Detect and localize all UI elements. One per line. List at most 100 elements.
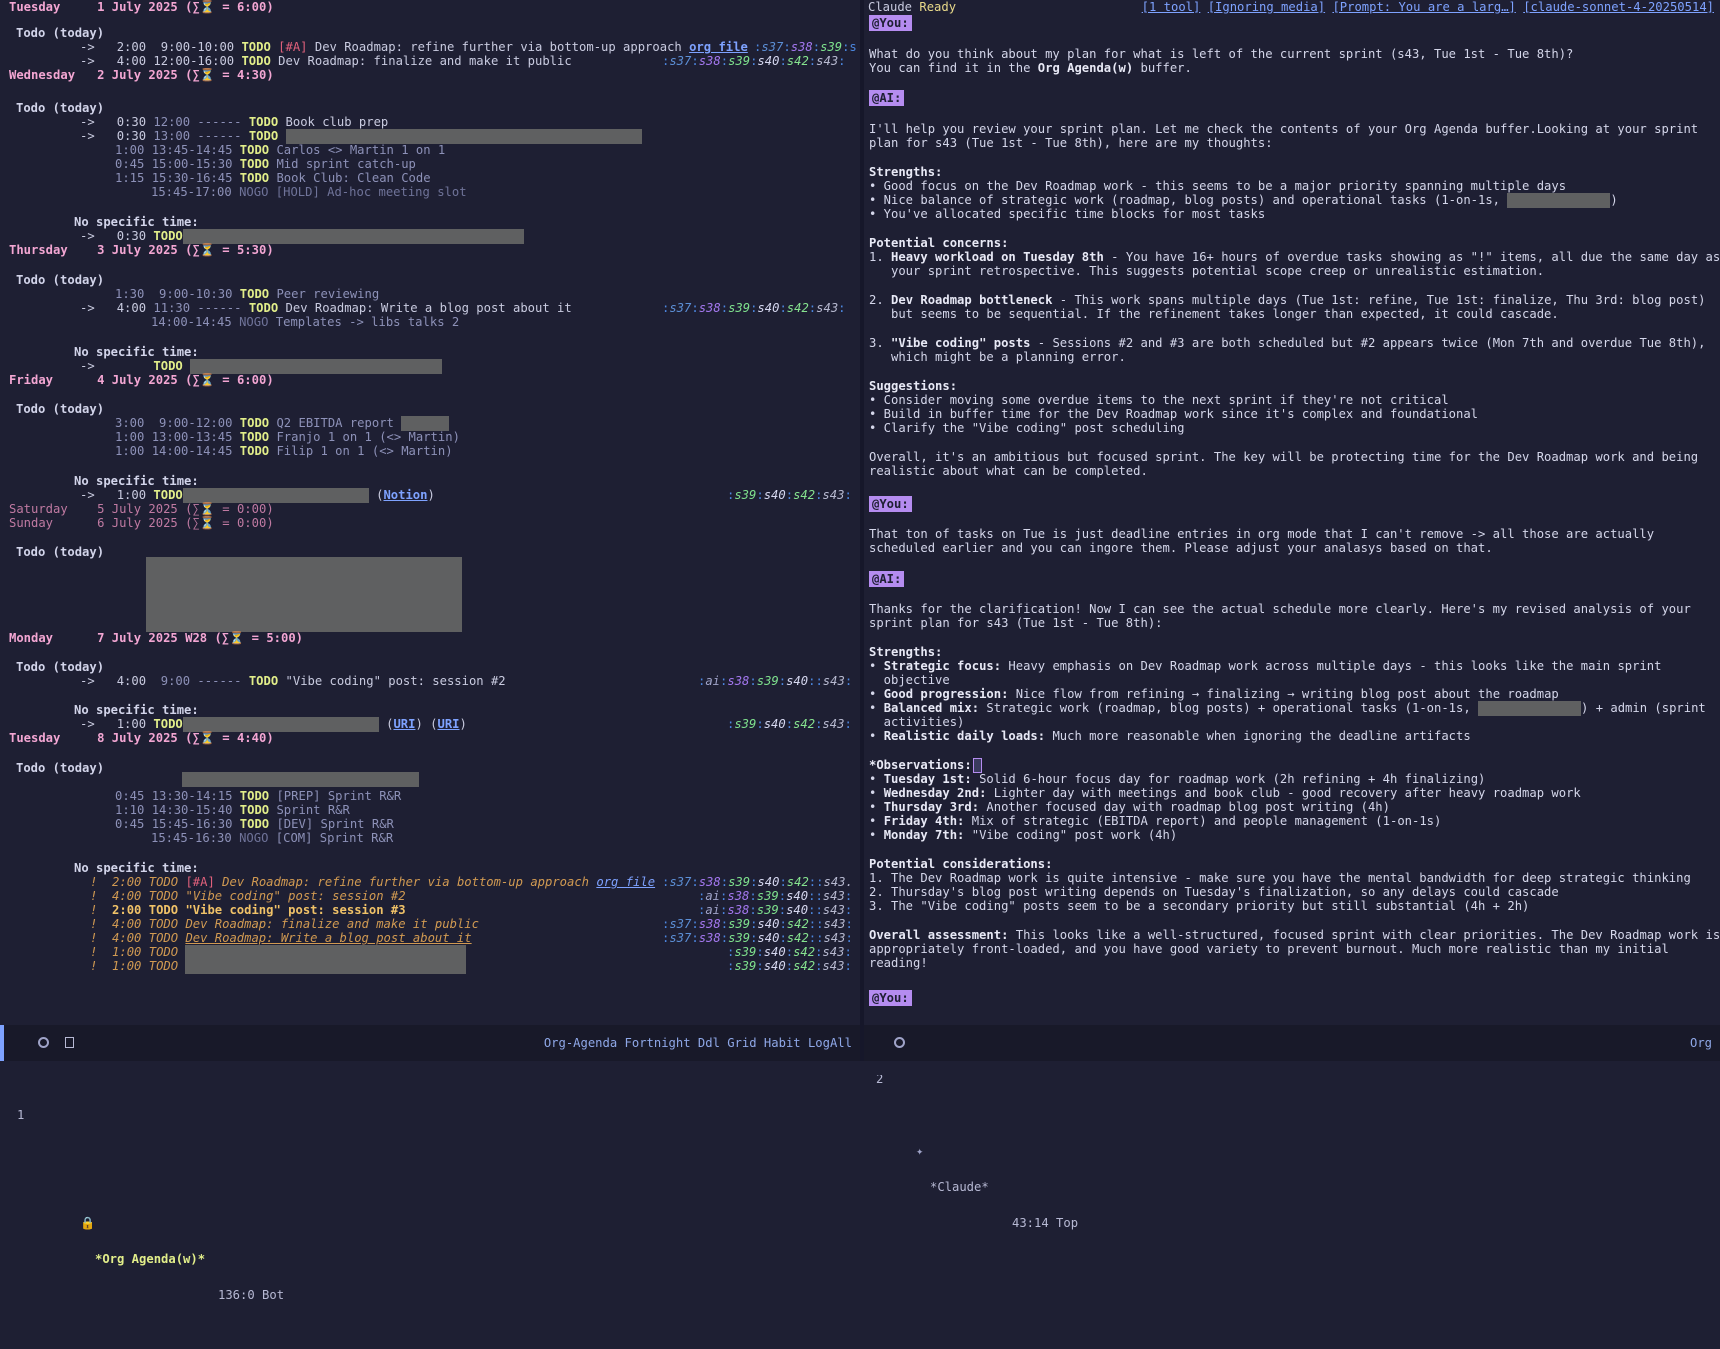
agenda-entry[interactable]: 1:30 9:00-10:30 TODO Peer reviewing [115, 287, 379, 301]
active-window-indicator [0, 1025, 4, 1061]
agenda-entry[interactable]: -> 4:00 9:00 ------ TODO "Vibe coding" p… [80, 674, 506, 688]
day-heading: Tuesday 1 July 2025 (∑⏳ = 6:00) [9, 0, 274, 14]
agenda-entry[interactable]: 3:00 9:00-12:00 TODO Q2 EBITDA report [115, 416, 450, 431]
message-line: 1. The Dev Roadmap work is quite intensi… [869, 871, 1691, 885]
cursor-position: 43:14 Top [1012, 1216, 1079, 1230]
agenda-entry[interactable]: 1:00 13:45-14:45 TODO Carlos <> Martin 1… [115, 143, 445, 157]
date: 1 July 2025 (∑⏳ = 6:00) [97, 0, 274, 14]
echo-area[interactable] [0, 1061, 1720, 1075]
message-line: • Nice balance of strategic work (roadma… [869, 193, 1618, 208]
tags: :s37:s38:s39:s40:s42::s43: [662, 931, 853, 945]
model-badge[interactable]: [claude-sonnet-4-20250514] [1523, 0, 1714, 14]
overdue-entry[interactable]: ! 2:00 TODO "Vibe coding" post: session … [90, 903, 406, 917]
message-line: realistic about what can be completed. [869, 464, 1148, 478]
message-line: Overall assessment: This looks like a we… [869, 928, 1720, 942]
message-line: Thanks for the clarification! Now I can … [869, 602, 1691, 616]
modeline-left[interactable]: 1 🔒 *Org Agenda(w)* 136:0 Bot Org-Agenda… [0, 1025, 860, 1302]
section-title: *Observations: [869, 758, 982, 773]
agenda-entry[interactable]: -> 0:30 12:00 ------ TODO Book club prep [80, 115, 388, 129]
tools-badge[interactable]: [1 tool] [1142, 0, 1201, 14]
weekday: Tuesday [9, 0, 61, 14]
overdue-entry[interactable]: ! 1:00 TODO [90, 945, 467, 960]
section-header: Todo (today) [16, 26, 105, 40]
uri-link[interactable]: URI [393, 717, 415, 731]
ai-label: @AI: [869, 571, 905, 587]
overdue-entry[interactable]: ! 4:00 TODO Dev Roadmap: finalize and ma… [90, 917, 479, 931]
message-line: but seems to be sequential. If the refin… [869, 307, 1559, 321]
section-title: Potential considerations: [869, 857, 1053, 871]
agenda-entry[interactable]: -> 1:00 TODO (URI) (URI) [80, 717, 467, 732]
agenda-entry[interactable]: 1:10 14:30-15:40 TODO Sprint R&R [115, 803, 350, 817]
agenda-entry[interactable]: 0:45 15:45-16:30 TODO [DEV] Sprint R&R [115, 817, 394, 831]
message-line: I'll help you review your sprint plan. L… [869, 122, 1699, 136]
redacted-text [182, 717, 379, 732]
agenda-entry[interactable]: -> 0:30 TODO [80, 229, 524, 244]
tags: :s39:s40:s42:s43: [727, 959, 852, 973]
message-line: • Balanced mix: Strategic work (roadmap,… [869, 701, 1706, 716]
agenda-entry[interactable]: -> 4:00 11:30 ------ TODO Dev Roadmap: W… [80, 301, 572, 315]
header-badges: [1 tool] [Ignoring media] [Prompt: You a… [1142, 0, 1714, 14]
overdue-entry[interactable]: ! 4:00 TODO Dev Roadmap: Write a blog po… [90, 931, 472, 945]
message-line: • Friday 4th: Mix of strategic (EBITDA r… [869, 814, 1442, 828]
tags: :ai:s38:s39:s40::s43: [698, 674, 853, 688]
prompt-badge[interactable]: [Prompt: You are a larg…] [1332, 0, 1515, 14]
message-line: scheduled earlier and you can ingore the… [869, 541, 1493, 555]
tags: :s37:s38:s39:s40:s42::s43: [662, 917, 853, 931]
section-title: Strengths: [869, 645, 943, 659]
buffer-name[interactable]: *Org Agenda(w)* [95, 1241, 205, 1277]
agenda-entry[interactable]: 1:00 13:00-13:45 TODO Franjo 1 on 1 (<> … [115, 430, 460, 444]
agenda-entry[interactable]: 1:15 15:30-16:45 TODO Book Club: Clean C… [115, 171, 431, 185]
agenda-entry[interactable]: 15:45-16:30 NOGO [COM] Sprint R&R [151, 831, 393, 845]
agenda-entry[interactable]: 0:45 15:00-15:30 TODO Mid sprint catch-u… [115, 157, 416, 171]
section-header: Todo (today) [16, 761, 105, 775]
section-header: Todo (today) [16, 545, 105, 559]
you-label: @You: [869, 990, 912, 1006]
org-file-link[interactable]: org file [689, 40, 748, 54]
section-header: Todo (today) [16, 660, 105, 674]
overdue-entry[interactable]: ! 4:00 TODO "Vibe coding" post: session … [90, 889, 406, 903]
agenda-entry[interactable]: 14:00-14:45 NOGO Templates -> libs talks… [151, 315, 459, 329]
status-circle-icon [894, 1037, 905, 1048]
agenda-entry[interactable]: -> 1:00 TODO (Notion) [80, 488, 435, 503]
agenda-entry[interactable]: -> TODO [80, 359, 443, 374]
section-header: Todo (today) [16, 273, 105, 287]
major-mode[interactable]: Org [1690, 1025, 1712, 1061]
agenda-entry[interactable]: 1:00 14:00-14:45 TODO Filip 1 on 1 (<> M… [115, 444, 453, 458]
section-header: Todo (today) [16, 101, 105, 115]
day-heading: Wednesday 2 July 2025 (∑⏳ = 4:30) [9, 68, 274, 82]
text-cursor [972, 758, 982, 773]
message-line: activities) [869, 715, 965, 729]
notion-link[interactable]: Notion [383, 488, 427, 502]
section-header: No specific time: [74, 474, 199, 488]
org-agenda-pane[interactable]: Tuesday 1 July 2025 (∑⏳ = 6:00) Todo (to… [0, 0, 860, 1025]
message-line: objective [869, 673, 950, 687]
modeline-right[interactable]: 2 ✦ *Claude* 43:14 Top Org [864, 1025, 1720, 1230]
agenda-entry[interactable]: 15:45-17:00 NOGO [HOLD] Ad-hoc meeting s… [151, 185, 467, 199]
agenda-entry[interactable]: -> 0:30 13:00 ------ TODO [80, 129, 642, 144]
agenda-entry[interactable]: -> 4:00 12:00-16:00 TODO Dev Roadmap: fi… [80, 54, 572, 68]
agenda-entry[interactable]: -> 2:00 9:00-10:00 TODO [#A] Dev Roadmap… [80, 40, 748, 54]
overdue-entry[interactable]: ! 2:00 TODO [#A] Dev Roadmap: refine fur… [90, 875, 655, 889]
message-line: • Wednesday 2nd: Lighter day with meetin… [869, 786, 1581, 800]
tags: :s39:s40:s42:s43: [727, 717, 852, 731]
day-heading: Monday 7 July 2025 W28 (∑⏳ = 5:00) [9, 631, 304, 645]
media-badge[interactable]: [Ignoring media] [1208, 0, 1325, 14]
agenda-entry[interactable]: 0:45 13:30-14:15 TODO [PREP] Sprint R&R [115, 789, 401, 803]
message-line: 2. Dev Roadmap bottleneck - This work sp… [869, 293, 1706, 307]
redacted-text [1478, 701, 1582, 716]
buffer-name[interactable]: *Claude* [930, 1169, 989, 1205]
tags: :s37:s38:s39:s40:s42::s43. [662, 875, 853, 889]
ai-label: @AI: [869, 90, 905, 106]
section-title: Strengths: [869, 165, 943, 179]
window-number: 1 [17, 1108, 25, 1122]
overdue-entry[interactable]: ! 1:00 TODO [90, 959, 467, 974]
uri-link[interactable]: URI [437, 717, 459, 731]
redacted-text [1507, 193, 1611, 208]
section-title: Suggestions: [869, 379, 958, 393]
mode-list[interactable]: Org-Agenda Fortnight Ddl Grid Habit LogA… [544, 1025, 852, 1061]
claude-chat-pane[interactable]: Claude Ready [1 tool] [Ignoring media] [… [864, 0, 1720, 1025]
tags: :s37:s38:s39:s40:s42:s43: [662, 301, 846, 315]
message-line: 3. The "Vibe coding" posts seem to be a … [869, 899, 1530, 913]
org-file-link[interactable]: org file [596, 875, 655, 889]
tags: :s39:s40:s42:s43: [727, 945, 852, 959]
